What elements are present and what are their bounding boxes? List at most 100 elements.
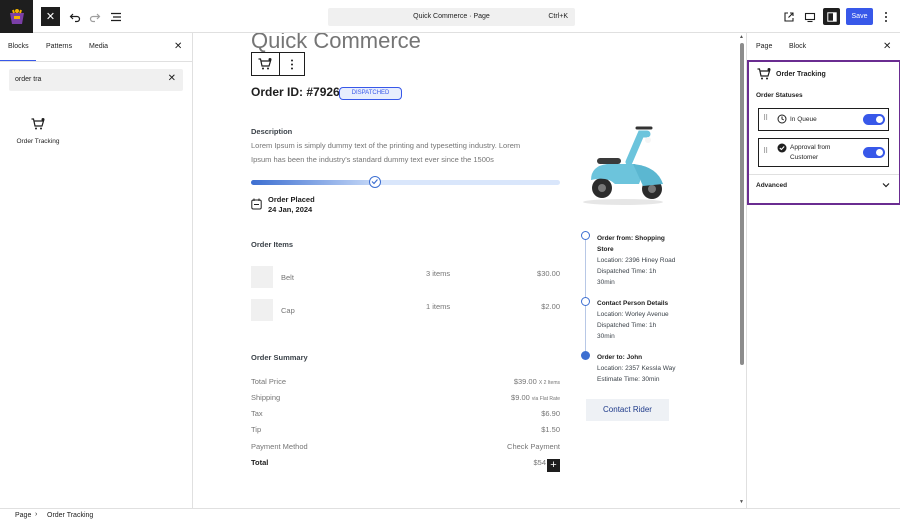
command-palette-bar[interactable]: Quick Commerce · Page Ctrl+K xyxy=(328,8,575,26)
status-row-in-queue[interactable]: ⠿ In Queue xyxy=(758,108,889,131)
progress-track xyxy=(251,176,560,188)
chevron-down-icon[interactable] xyxy=(882,182,890,188)
timeline-title: Contact Person Details xyxy=(597,300,669,307)
timeline-title: Order from: Shopping xyxy=(597,235,665,242)
summary-value: $1.50 xyxy=(541,425,560,434)
clear-search-icon[interactable]: ✕ xyxy=(168,73,176,84)
command-title: Quick Commerce · Page xyxy=(413,13,490,20)
tab-page[interactable]: Page xyxy=(756,43,772,50)
status-badge: DISPATCHED xyxy=(339,87,402,100)
summary-value: Check Payment xyxy=(507,442,560,451)
status-row-approval[interactable]: ⠿ Approval from Customer xyxy=(758,138,889,167)
tab-divider xyxy=(0,61,193,62)
block-result-order-tracking[interactable]: Order Tracking xyxy=(10,118,66,154)
summary-label: Tip xyxy=(251,425,262,434)
summary-label: Shipping xyxy=(251,393,281,402)
scroll-up-icon[interactable]: ▲ xyxy=(739,34,744,40)
timeline-title: Store xyxy=(597,246,614,253)
timeline-dot-active xyxy=(581,351,590,360)
approval-toggle[interactable] xyxy=(863,147,885,158)
item-qty: 3 items xyxy=(426,269,451,278)
status-label: Approval from Customer xyxy=(790,143,830,163)
block-inserter-panel: Blocks Patterns Media ✕ order tra ✕ Orde… xyxy=(0,33,193,508)
timeline-dot xyxy=(581,297,590,306)
summary-label: Payment Method xyxy=(251,442,308,451)
search-value: order tra xyxy=(15,76,42,83)
summary-note: X 2 Items xyxy=(538,380,560,386)
summary-label: Total Price xyxy=(251,377,287,386)
breadcrumb-order-tracking[interactable]: Order Tracking xyxy=(47,512,93,519)
drag-handle-icon[interactable]: ⠿ xyxy=(763,114,768,122)
undo-icon[interactable] xyxy=(66,8,84,26)
scooter-image xyxy=(577,118,669,210)
order-placed-label: Order Placed xyxy=(268,195,315,204)
site-title[interactable]: Quick Commerce xyxy=(251,33,421,54)
panel-divider xyxy=(749,174,899,175)
close-sidebar-icon[interactable]: ✕ xyxy=(883,41,891,52)
in-queue-toggle[interactable] xyxy=(863,114,885,125)
item-thumbnail xyxy=(251,299,273,321)
toolbar-divider xyxy=(279,53,280,75)
item-name: Belt xyxy=(281,273,294,282)
scrollbar-thumb[interactable] xyxy=(740,43,744,365)
total-value: $54 xyxy=(533,458,546,467)
timeline-time: 30min xyxy=(597,333,615,340)
close-panel-icon[interactable]: ✕ xyxy=(174,41,182,52)
history-icon xyxy=(777,114,787,124)
timeline-location: Location: Worley Avenue xyxy=(597,311,669,318)
items-heading: Order Items xyxy=(251,240,294,249)
contact-rider-button[interactable]: Contact Rider xyxy=(586,399,669,421)
tab-block[interactable]: Block xyxy=(789,43,806,50)
status-label-line: Approval from xyxy=(790,144,831,151)
check-circle-icon xyxy=(777,143,787,153)
block-title: Order Tracking xyxy=(776,71,826,78)
document-overview-icon[interactable] xyxy=(107,8,125,26)
redo-icon[interactable] xyxy=(86,8,104,26)
timeline-time: Estimate Time: 30min xyxy=(597,376,660,383)
timeline-location: Location: 2357 Kessla Way xyxy=(597,365,676,372)
view-external-icon[interactable] xyxy=(780,8,798,26)
timeline-title: Order to: John xyxy=(597,354,643,361)
scroll-down-icon[interactable]: ▼ xyxy=(739,499,744,505)
timeline-time: 30min xyxy=(597,279,615,286)
order-id: Order ID: #7926 xyxy=(251,85,340,99)
breadcrumb: Page › Order Tracking xyxy=(0,508,900,522)
tab-blocks[interactable]: Blocks xyxy=(8,43,29,50)
calendar-icon xyxy=(251,198,262,210)
description-line-1: Lorem Ipsum is simply dummy text of the … xyxy=(251,141,521,150)
status-label: In Queue xyxy=(790,116,817,123)
close-inserter-button[interactable]: ✕ xyxy=(41,7,60,26)
tab-media[interactable]: Media xyxy=(89,43,108,50)
summary-label: Tax xyxy=(251,409,263,418)
settings-sidebar-button[interactable] xyxy=(823,8,840,25)
summary-note: via Flat Rate xyxy=(531,396,560,402)
add-block-button[interactable]: + xyxy=(547,459,560,472)
tab-patterns[interactable]: Patterns xyxy=(46,43,72,50)
block-toolbar xyxy=(251,52,305,76)
summary-value-row: $9.00 via Flat Rate xyxy=(441,393,560,402)
timeline-time: Dispatched Time: 1h xyxy=(597,322,657,329)
cart-icon[interactable] xyxy=(258,58,272,70)
save-button[interactable]: Save xyxy=(846,8,873,25)
item-thumbnail xyxy=(251,266,273,288)
item-price: $2.00 xyxy=(541,302,560,311)
command-shortcut: Ctrl+K xyxy=(548,13,568,20)
more-options-icon[interactable] xyxy=(877,8,895,26)
statuses-heading: Order Statuses xyxy=(756,92,803,99)
settings-sidebar: Page Block ✕ Order Tracking Order Status… xyxy=(746,33,900,508)
editor-canvas: Quick Commerce Order ID: #7926 DISPATCHE… xyxy=(193,33,738,508)
block-search-input[interactable]: order tra ✕ xyxy=(9,69,183,91)
total-label: Total xyxy=(251,458,269,467)
canvas-scrollbar[interactable]: ▲ ▼ xyxy=(738,33,746,508)
timeline-location: Location: 2396 Hiney Road xyxy=(597,257,676,264)
breadcrumb-page[interactable]: Page xyxy=(15,512,31,519)
site-logo-icon[interactable] xyxy=(0,0,33,33)
summary-value: $6.90 xyxy=(541,409,560,418)
advanced-section-toggle[interactable]: Advanced xyxy=(756,182,787,189)
timeline-step: Contact Person Details Location: Worley … xyxy=(597,298,669,342)
item-name: Cap xyxy=(281,306,295,315)
drag-handle-icon[interactable]: ⠿ xyxy=(763,147,768,155)
preview-desktop-icon[interactable] xyxy=(801,8,819,26)
progress-fill xyxy=(251,180,375,185)
block-options-icon[interactable] xyxy=(290,59,294,70)
